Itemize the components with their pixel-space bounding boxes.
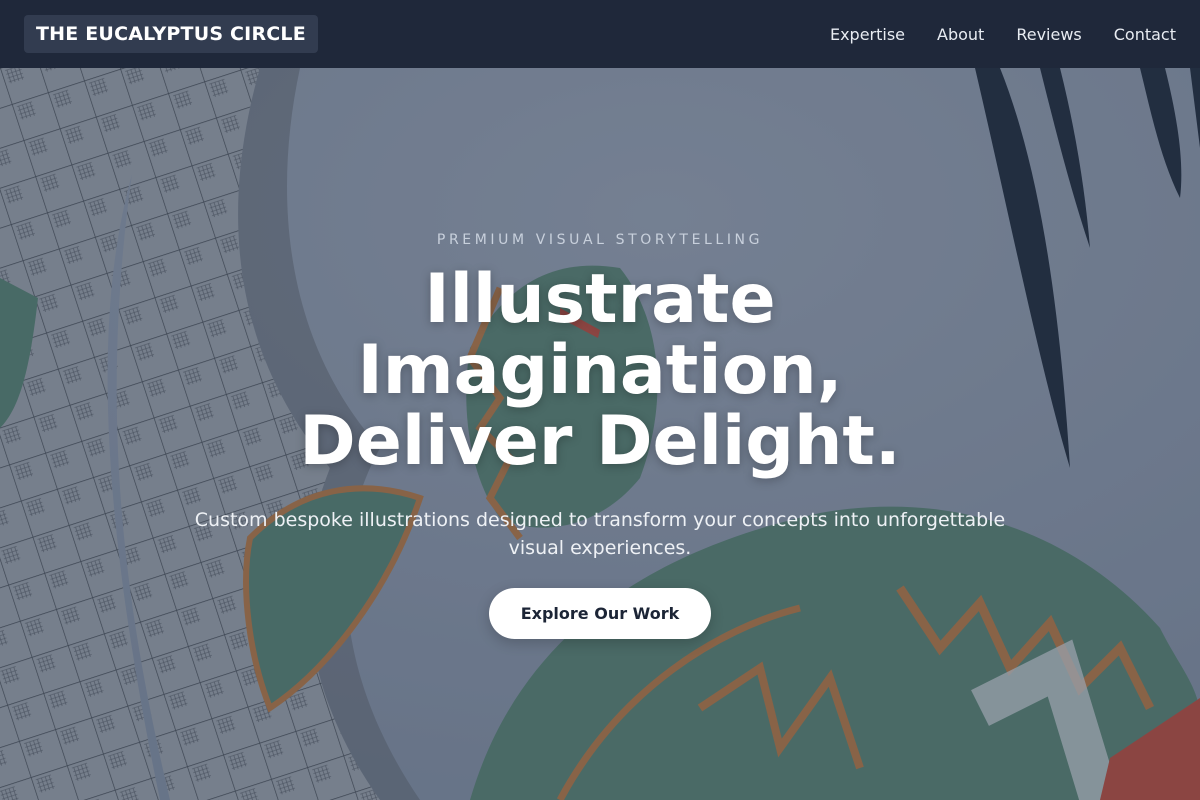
explore-work-button[interactable]: Explore Our Work bbox=[489, 588, 711, 639]
nav-link-contact[interactable]: Contact bbox=[1114, 25, 1176, 44]
hero-subheadline: Custom bespoke illustrations designed to… bbox=[194, 509, 1006, 559]
top-navbar: THE EUCALYPTUS CIRCLE Expertise About Re… bbox=[0, 0, 1200, 68]
hero-content: PREMIUM VISUAL STORYTELLING Illustrate I… bbox=[0, 68, 1200, 800]
hero-section: PREMIUM VISUAL STORYTELLING Illustrate I… bbox=[0, 68, 1200, 800]
brand-logo[interactable]: THE EUCALYPTUS CIRCLE bbox=[24, 15, 318, 53]
nav-link-about[interactable]: About bbox=[937, 25, 984, 44]
hero-eyebrow: PREMIUM VISUAL STORYTELLING bbox=[436, 232, 764, 248]
nav-link-expertise[interactable]: Expertise bbox=[830, 25, 905, 44]
nav-links: Expertise About Reviews Contact bbox=[830, 25, 1176, 44]
nav-link-reviews[interactable]: Reviews bbox=[1016, 25, 1081, 44]
headline-line-2: Imagination, bbox=[357, 331, 843, 410]
headline-line-1: Illustrate bbox=[424, 260, 776, 339]
headline-line-3: Deliver Delight. bbox=[299, 402, 901, 481]
hero-headline: Illustrate Imagination, Deliver Delight. bbox=[100, 264, 1100, 477]
